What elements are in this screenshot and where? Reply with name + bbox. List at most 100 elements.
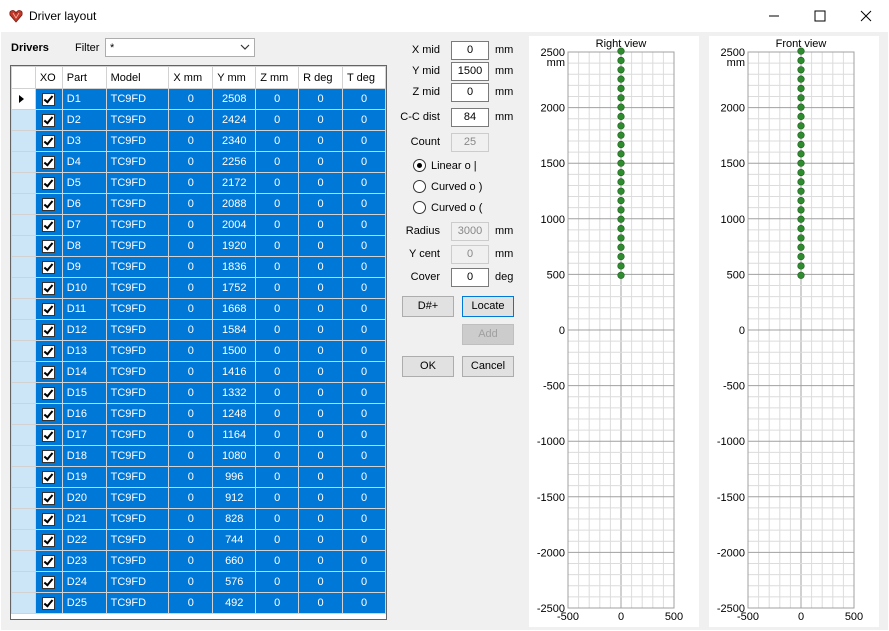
cell-z[interactable]: 0 [255, 319, 300, 341]
checkbox-checked-icon[interactable] [42, 239, 56, 253]
cell-r[interactable]: 0 [298, 298, 344, 320]
cell-model[interactable]: TC9FD [105, 193, 170, 215]
ymid-input[interactable]: 1500 [451, 62, 489, 81]
cell-x[interactable]: 0 [168, 445, 214, 467]
cell-r[interactable]: 0 [298, 235, 344, 257]
cell-x[interactable]: 0 [168, 151, 214, 173]
cell-t[interactable]: 0 [342, 172, 386, 194]
cell-y[interactable]: 1836 [212, 256, 257, 278]
cell-x[interactable]: 0 [168, 403, 214, 425]
drivers-grid[interactable]: XO Part Model X mm Y mm Z mm R deg T deg… [10, 65, 387, 620]
cell-z[interactable]: 0 [255, 487, 300, 509]
xo-checkbox-cell[interactable] [34, 214, 63, 236]
cell-z[interactable]: 0 [255, 529, 300, 551]
cell-t[interactable]: 0 [342, 571, 386, 593]
xo-checkbox-cell[interactable] [34, 529, 63, 551]
cell-x[interactable]: 0 [168, 130, 214, 152]
cell-t[interactable]: 0 [342, 424, 386, 446]
table-row[interactable]: D8 TC9FD 0 1920 0 0 0 [11, 235, 386, 257]
checkbox-checked-icon[interactable] [42, 218, 56, 232]
driver-number-button[interactable]: D#+ [402, 296, 454, 317]
cell-y[interactable]: 1920 [212, 235, 257, 257]
cell-z[interactable]: 0 [255, 592, 300, 614]
checkbox-checked-icon[interactable] [42, 92, 56, 106]
cell-z[interactable]: 0 [255, 445, 300, 467]
cell-t[interactable]: 0 [342, 508, 386, 530]
cell-part[interactable]: D6 [61, 193, 107, 215]
cell-part[interactable]: D4 [61, 151, 107, 173]
table-row[interactable]: D3 TC9FD 0 2340 0 0 0 [11, 130, 386, 152]
xo-checkbox-cell[interactable] [34, 88, 63, 110]
curved-left-radio[interactable]: Curved o ( [413, 201, 482, 214]
xo-checkbox-cell[interactable] [34, 550, 63, 572]
cell-x[interactable]: 0 [168, 424, 214, 446]
checkbox-checked-icon[interactable] [42, 134, 56, 148]
cell-x[interactable]: 0 [168, 592, 214, 614]
cell-x[interactable]: 0 [168, 529, 214, 551]
table-row[interactable]: D23 TC9FD 0 660 0 0 0 [11, 550, 386, 572]
cell-model[interactable]: TC9FD [105, 445, 170, 467]
table-row[interactable]: D12 TC9FD 0 1584 0 0 0 [11, 319, 386, 341]
column-header[interactable]: Z mm [255, 66, 300, 89]
cell-part[interactable]: D12 [61, 319, 107, 341]
table-row[interactable]: D7 TC9FD 0 2004 0 0 0 [11, 214, 386, 236]
table-row[interactable]: D14 TC9FD 0 1416 0 0 0 [11, 361, 386, 383]
cell-x[interactable]: 0 [168, 214, 214, 236]
row-header[interactable] [11, 235, 36, 257]
cell-x[interactable]: 0 [168, 340, 214, 362]
table-row[interactable]: D10 TC9FD 0 1752 0 0 0 [11, 277, 386, 299]
xo-checkbox-cell[interactable] [34, 151, 63, 173]
cell-z[interactable]: 0 [255, 88, 300, 110]
xo-checkbox-cell[interactable] [34, 193, 63, 215]
checkbox-checked-icon[interactable] [42, 260, 56, 274]
checkbox-checked-icon[interactable] [42, 386, 56, 400]
cell-model[interactable]: TC9FD [105, 361, 170, 383]
table-row[interactable]: D9 TC9FD 0 1836 0 0 0 [11, 256, 386, 278]
cell-part[interactable]: D1 [61, 88, 107, 110]
cell-y[interactable]: 912 [212, 487, 257, 509]
table-row[interactable]: D1 TC9FD 0 2508 0 0 0 [11, 88, 386, 110]
checkbox-checked-icon[interactable] [42, 113, 56, 127]
cell-t[interactable]: 0 [342, 151, 386, 173]
cell-z[interactable]: 0 [255, 508, 300, 530]
cell-model[interactable]: TC9FD [105, 214, 170, 236]
cell-t[interactable]: 0 [342, 487, 386, 509]
row-header[interactable] [11, 550, 36, 572]
table-row[interactable]: D15 TC9FD 0 1332 0 0 0 [11, 382, 386, 404]
column-header[interactable]: Y mm [212, 66, 257, 89]
cell-y[interactable]: 1080 [212, 445, 257, 467]
cell-model[interactable]: TC9FD [105, 151, 170, 173]
cell-z[interactable]: 0 [255, 424, 300, 446]
cell-model[interactable]: TC9FD [105, 130, 170, 152]
cell-r[interactable]: 0 [298, 277, 344, 299]
row-header[interactable] [11, 403, 36, 425]
cell-part[interactable]: D20 [61, 487, 107, 509]
cell-x[interactable]: 0 [168, 298, 214, 320]
cell-t[interactable]: 0 [342, 445, 386, 467]
cell-y[interactable]: 492 [212, 592, 257, 614]
xo-checkbox-cell[interactable] [34, 130, 63, 152]
cell-y[interactable]: 2340 [212, 130, 257, 152]
cell-t[interactable]: 0 [342, 193, 386, 215]
cell-x[interactable]: 0 [168, 487, 214, 509]
cell-r[interactable]: 0 [298, 571, 344, 593]
minimize-button[interactable] [751, 0, 797, 32]
checkbox-checked-icon[interactable] [42, 428, 56, 442]
cell-y[interactable]: 2088 [212, 193, 257, 215]
cell-x[interactable]: 0 [168, 88, 214, 110]
cell-r[interactable]: 0 [298, 424, 344, 446]
row-header[interactable] [11, 487, 36, 509]
cell-r[interactable]: 0 [298, 487, 344, 509]
row-header[interactable] [11, 571, 36, 593]
checkbox-checked-icon[interactable] [42, 512, 56, 526]
cell-x[interactable]: 0 [168, 256, 214, 278]
table-row[interactable]: D13 TC9FD 0 1500 0 0 0 [11, 340, 386, 362]
cell-r[interactable]: 0 [298, 592, 344, 614]
cell-model[interactable]: TC9FD [105, 424, 170, 446]
table-row[interactable]: D11 TC9FD 0 1668 0 0 0 [11, 298, 386, 320]
row-header[interactable] [11, 382, 36, 404]
xo-checkbox-cell[interactable] [34, 571, 63, 593]
table-row[interactable]: D20 TC9FD 0 912 0 0 0 [11, 487, 386, 509]
cell-r[interactable]: 0 [298, 151, 344, 173]
cell-model[interactable]: TC9FD [105, 235, 170, 257]
